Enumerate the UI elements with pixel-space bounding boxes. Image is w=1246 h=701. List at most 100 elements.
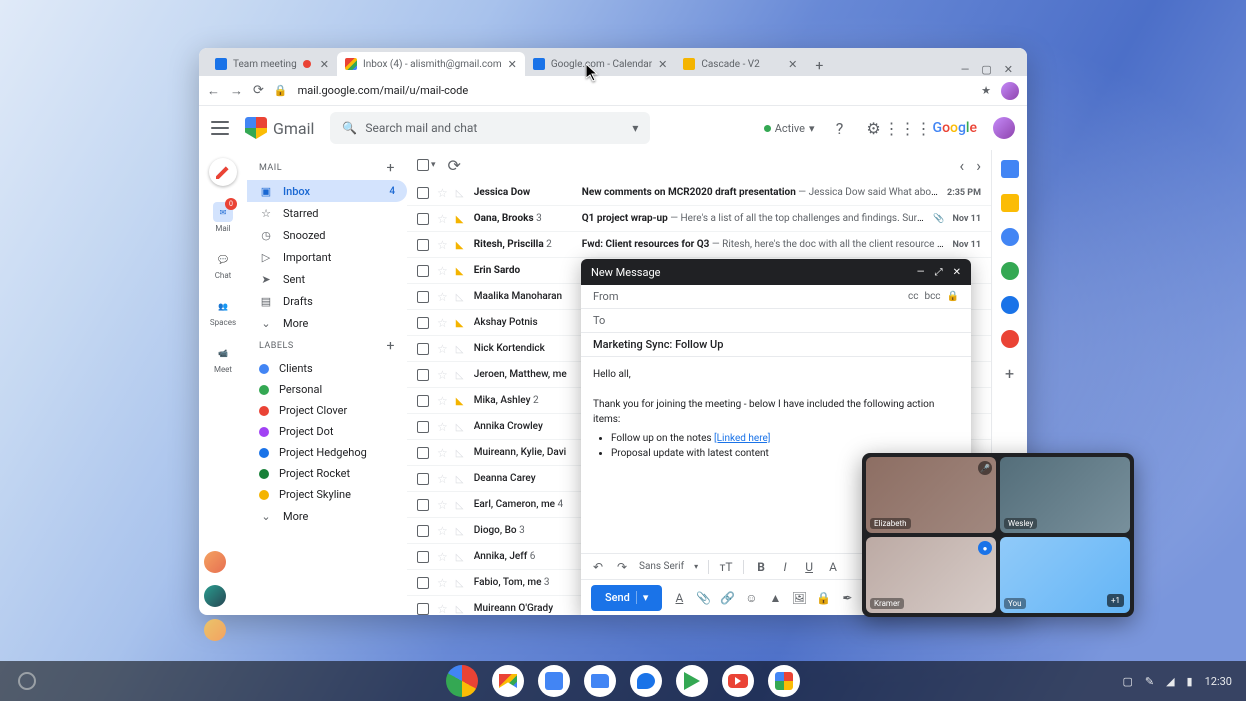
close-window-button[interactable]: ✕ — [1004, 63, 1013, 76]
row-checkbox[interactable] — [417, 265, 429, 277]
underline-button[interactable]: U — [802, 560, 816, 574]
account-avatar[interactable] — [993, 117, 1015, 139]
youtube-app-icon[interactable] — [722, 665, 754, 697]
maximize-button[interactable]: ▢ — [981, 63, 991, 76]
important-icon[interactable]: ◣ — [456, 240, 466, 250]
chrome-app-icon[interactable] — [446, 665, 478, 697]
star-icon[interactable]: ☆ — [437, 498, 448, 512]
row-checkbox[interactable] — [417, 395, 429, 407]
important-icon[interactable]: ◺ — [456, 292, 466, 302]
important-icon[interactable]: ◺ — [456, 500, 466, 510]
star-icon[interactable]: ☆ — [437, 264, 448, 278]
chat-avatar[interactable] — [204, 585, 226, 607]
photos-app-icon[interactable] — [768, 665, 800, 697]
pip-participant[interactable]: You +1 — [1000, 537, 1130, 613]
status-badge[interactable]: Active ▾ — [764, 122, 815, 135]
nav-drafts[interactable]: ▤Drafts — [247, 290, 407, 312]
from-field[interactable]: From cc bcc 🔒 — [581, 285, 971, 309]
row-checkbox[interactable] — [417, 421, 429, 433]
close-icon[interactable]: ✕ — [508, 58, 517, 71]
clock[interactable]: 12:30 — [1205, 675, 1232, 688]
pip-participant[interactable]: Wesley — [1000, 457, 1130, 533]
new-tab-button[interactable]: + — [809, 56, 829, 76]
important-icon[interactable]: ◣ — [456, 214, 466, 224]
signature-icon[interactable]: ✒ — [840, 591, 854, 605]
prev-page-button[interactable]: ‹ — [959, 156, 964, 175]
confidential-icon[interactable]: 🔒 — [816, 591, 830, 605]
important-icon[interactable]: ◣ — [456, 396, 466, 406]
important-icon[interactable]: ◣ — [456, 266, 466, 276]
star-icon[interactable]: ☆ — [437, 212, 448, 226]
star-icon[interactable]: ☆ — [437, 472, 448, 486]
minimize-button[interactable]: — — [961, 63, 970, 76]
search-options-icon[interactable]: ▾ — [632, 121, 638, 135]
row-checkbox[interactable] — [417, 603, 429, 615]
star-icon[interactable]: ☆ — [437, 550, 448, 564]
important-icon[interactable]: ◺ — [456, 422, 466, 432]
font-size-button[interactable]: тT — [719, 560, 733, 574]
tote-icon[interactable]: ▢ — [1122, 675, 1132, 688]
subject-field[interactable]: Marketing Sync: Follow Up — [581, 333, 971, 357]
pip-more[interactable]: +1 — [1107, 594, 1124, 607]
label-item[interactable]: Project Dot — [247, 421, 407, 442]
pip-participant[interactable]: Elizabeth 🎤 — [866, 457, 996, 533]
launcher-button[interactable] — [18, 672, 36, 690]
chat-avatar[interactable] — [204, 619, 226, 641]
drive-icon[interactable]: ▲ — [768, 591, 782, 605]
star-icon[interactable]: ☆ — [437, 602, 448, 616]
bold-button[interactable]: B — [754, 560, 768, 574]
tab-inbox[interactable]: Inbox (4) - alismith@gmail.com ✕ — [337, 52, 525, 76]
help-icon[interactable]: ? — [831, 119, 849, 137]
url-text[interactable]: mail.google.com/mail/u/mail-code — [298, 84, 972, 97]
star-icon[interactable]: ☆ — [437, 420, 448, 434]
add-addon-button[interactable]: + — [1005, 364, 1014, 383]
close-icon[interactable]: ✕ — [320, 58, 329, 71]
compose-header[interactable]: New Message — ⤢ ✕ — [581, 259, 971, 285]
nav-star[interactable]: ☆Starred — [247, 202, 407, 224]
star-icon[interactable]: ☆ — [437, 576, 448, 590]
label-item[interactable]: Project Skyline — [247, 484, 407, 505]
star-icon[interactable]: ☆ — [437, 368, 448, 382]
star-icon[interactable]: ☆ — [437, 342, 448, 356]
format-button[interactable]: A — [672, 591, 686, 605]
text-color-button[interactable]: A — [826, 560, 840, 574]
send-button[interactable]: Send▾ — [591, 585, 662, 611]
close-icon[interactable]: ✕ — [788, 58, 797, 71]
calendar-icon[interactable] — [1001, 160, 1019, 178]
font-select[interactable]: Sans Serif — [639, 561, 684, 572]
star-icon[interactable]: ☆ — [437, 446, 448, 460]
italic-button[interactable]: I — [778, 560, 792, 574]
reload-button[interactable]: ⟳ — [253, 83, 264, 98]
rail-mail[interactable]: ✉0 Mail — [213, 202, 233, 233]
close-compose-button[interactable]: ✕ — [953, 267, 961, 278]
stylus-icon[interactable]: ✎ — [1145, 675, 1154, 688]
label-item[interactable]: Project Hedgehog — [247, 442, 407, 463]
profile-avatar[interactable] — [1001, 82, 1019, 100]
label-item[interactable]: Project Rocket — [247, 463, 407, 484]
important-icon[interactable]: ◺ — [456, 526, 466, 536]
important-icon[interactable]: ◣ — [456, 318, 466, 328]
play-store-icon[interactable] — [676, 665, 708, 697]
row-checkbox[interactable] — [417, 499, 429, 511]
chat-avatar[interactable] — [204, 551, 226, 573]
row-checkbox[interactable] — [417, 343, 429, 355]
row-checkbox[interactable] — [417, 317, 429, 329]
addon-icon[interactable] — [1001, 296, 1019, 314]
email-row[interactable]: ☆ ◺ Jessica Dow New comments on MCR2020 … — [407, 180, 991, 206]
refresh-button[interactable]: ⟳ — [448, 156, 461, 175]
nav-sent[interactable]: ➤Sent — [247, 268, 407, 290]
minimize-compose-button[interactable]: — — [917, 267, 925, 278]
important-icon[interactable]: ◺ — [456, 188, 466, 198]
compose-button[interactable] — [209, 158, 237, 186]
back-button[interactable]: ← — [207, 83, 220, 99]
link[interactable]: [Linked here] — [714, 433, 770, 444]
image-icon[interactable]: 🖼 — [792, 591, 806, 605]
nav-snooze[interactable]: ◷Snoozed — [247, 224, 407, 246]
rail-spaces[interactable]: 👥 Spaces — [210, 296, 236, 327]
apps-icon[interactable]: ⋮⋮⋮ — [899, 119, 917, 137]
pip-participant[interactable]: Kramer ● — [866, 537, 996, 613]
tab-team-meeting[interactable]: Team meeting ✕ — [207, 52, 337, 76]
addon-icon[interactable] — [1001, 330, 1019, 348]
label-item[interactable]: Clients — [247, 358, 407, 379]
nav-more[interactable]: ⌄More — [247, 312, 407, 334]
